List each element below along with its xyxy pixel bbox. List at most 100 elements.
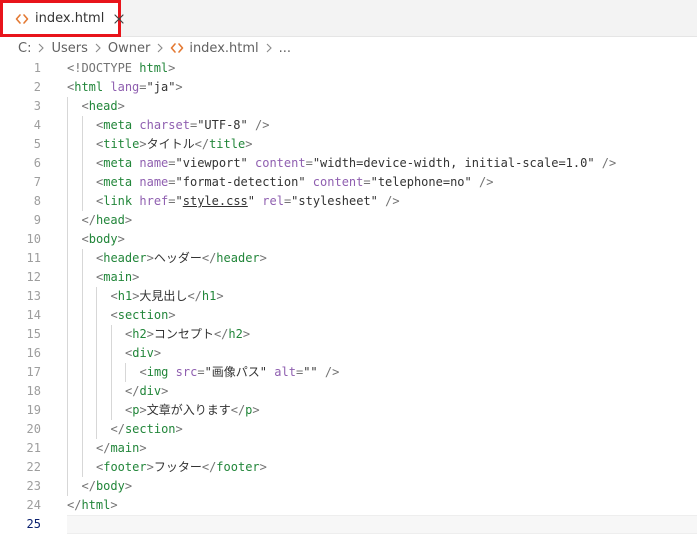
code-line[interactable]: 23 </body> [0,477,697,496]
breadcrumb-item-users[interactable]: Users [51,41,87,56]
code-content[interactable]: <section> [67,306,697,325]
token-br: > [139,441,147,455]
code-line[interactable]: 13 <h1>大見出し</h1> [0,287,697,306]
code-line[interactable]: 3 <head> [0,97,697,116]
indent-guide [81,287,83,306]
code-line[interactable]: 4 <meta charset="UTF-8" /> [0,116,697,135]
code-content[interactable]: </html> [67,496,697,515]
indent-guide [67,363,68,382]
indent-guide [67,420,68,439]
token-attr: href [139,194,169,208]
code-line[interactable]: 10 <body> [0,230,697,249]
code-line[interactable]: 2 <html lang="ja"> [0,78,697,97]
code-content[interactable]: <meta name="viewport" content="width=dev… [67,154,697,173]
line-number: 5 [33,137,41,151]
code-line[interactable]: 11 <header>ヘッダー</header> [0,249,697,268]
code-line[interactable]: 17 <img src="画像パス" alt="" /> [0,363,697,382]
code-line[interactable]: 25 [0,515,697,534]
code-content[interactable]: <link href="style.css" rel="stylesheet" … [67,192,697,211]
code-content[interactable]: <p>文章が入ります</p> [67,401,697,420]
code-content[interactable]: </main> [67,439,697,458]
token-br: </ [125,384,140,398]
indent-guide [81,363,83,382]
code-content[interactable]: <meta name="format-detection" content="t… [67,173,697,192]
indent-guide [110,344,112,363]
indent-guide [67,477,68,496]
code-text: <h1>大見出し</h1> [111,287,224,306]
breadcrumb-item-owner[interactable]: Owner [108,41,150,56]
code-content[interactable]: <main> [67,268,697,287]
indent-guide [81,382,83,401]
token-br: > [146,251,154,265]
code-content[interactable]: <meta charset="UTF-8" /> [67,116,697,135]
code-line[interactable]: 18 </div> [0,382,697,401]
indent-guide [67,401,68,420]
code-editor[interactable]: 1 <!DOCTYPE html> 2 <html lang="ja"> 3 <head>… [0,59,697,541]
token-br: = [168,156,176,170]
token-br: /> [377,194,400,208]
breadcrumb-item-more[interactable]: ... [279,41,291,56]
indent-guide [81,154,83,173]
token-br: </ [110,422,125,436]
indent-guide [67,116,68,135]
token-tag: header [103,251,147,265]
indent-guide [67,268,68,287]
code-text: <link href="style.css" rel="stylesheet" … [96,192,400,211]
code-line[interactable]: 19 <p>文章が入ります</p> [0,401,697,420]
token-tag: footer [216,460,260,474]
indent-guide [96,420,97,439]
code-content[interactable]: <!DOCTYPE html> [67,59,697,78]
indent-guide [67,135,68,154]
code-line[interactable]: 15 <h2>コンセプト</h2> [0,325,697,344]
token-tag: section [124,422,176,436]
code-content[interactable]: </head> [67,211,697,230]
code-content[interactable]: <img src="画像パス" alt="" /> [67,363,697,382]
code-text: <html lang="ja"> [67,78,183,97]
tab-label: index.html [35,11,105,26]
code-content[interactable]: <header>ヘッダー</header> [67,249,697,268]
code-content[interactable]: <h1>大見出し</h1> [67,287,697,306]
token-br: </ [187,289,202,303]
tab-index-html[interactable]: index.html [0,0,124,37]
token-br: = [168,175,176,189]
code-content[interactable]: <div> [67,344,697,363]
code-text: <meta charset="UTF-8" /> [96,116,269,135]
token-br: > [132,270,140,284]
code-line[interactable]: 6 <meta name="viewport" content="width=de… [0,154,697,173]
chevron-right-icon [34,43,48,53]
token-br: /> [594,156,617,170]
code-content[interactable]: <body> [67,230,697,249]
indent-guide [96,401,97,420]
code-line[interactable]: 20 </section> [0,420,697,439]
code-line[interactable]: 12 <main> [0,268,697,287]
code-line[interactable]: 9 </head> [0,211,697,230]
code-line[interactable]: 24 </html> [0,496,697,515]
code-content[interactable]: <html lang="ja"> [67,78,697,97]
token-tag: h2 [228,327,243,341]
indent-guide [81,458,83,477]
code-content[interactable] [67,515,697,534]
code-line[interactable]: 22 <footer>フッター</footer> [0,458,697,477]
code-text: <footer>フッター</footer> [96,458,267,477]
code-line[interactable]: 1 <!DOCTYPE html> [0,59,697,78]
code-content[interactable]: <h2>コンセプト</h2> [67,325,697,344]
indent-guide [81,116,83,135]
breadcrumb-item-drive[interactable]: C: [18,41,31,56]
code-content[interactable]: <head> [67,97,697,116]
token-link[interactable]: style.css [183,194,248,208]
code-line[interactable]: 8 <link href="style.css" rel="stylesheet"… [0,192,697,211]
close-icon[interactable] [114,12,124,26]
code-content[interactable]: </div> [67,382,697,401]
indent-guide [81,249,83,268]
breadcrumb-item-file[interactable]: index.html [189,41,258,56]
code-line[interactable]: 5 <title>タイトル</title> [0,135,697,154]
code-line[interactable]: 7 <meta name="format-detection" content="… [0,173,697,192]
code-line[interactable]: 16 <div> [0,344,697,363]
code-content[interactable]: <title>タイトル</title> [67,135,697,154]
code-content[interactable]: <footer>フッター</footer> [67,458,697,477]
code-content[interactable]: </section> [67,420,697,439]
code-content[interactable]: </body> [67,477,697,496]
code-line[interactable]: 14 <section> [0,306,697,325]
code-line[interactable]: 21 </main> [0,439,697,458]
